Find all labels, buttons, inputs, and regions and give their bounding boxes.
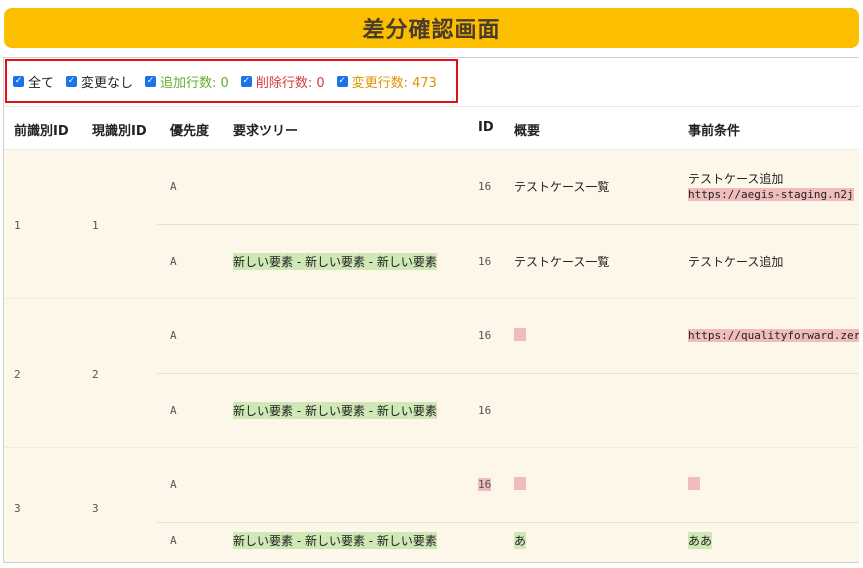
- column-header-id[interactable]: ID: [478, 120, 494, 135]
- filter-all-label: 全て: [28, 75, 55, 91]
- summary-cell: テストケース一覧: [514, 255, 610, 269]
- divider: [4, 106, 859, 107]
- deleted-marker: [514, 328, 526, 341]
- precondition-cell: テストケース追加: [688, 255, 784, 269]
- precondition-url-cell[interactable]: https://aegis-staging.n2j: [688, 188, 854, 201]
- prev-id-cell: 3: [14, 502, 21, 515]
- summary-cell: あ: [514, 532, 527, 549]
- id-cell: 16: [478, 255, 492, 268]
- prev-id-cell: 1: [14, 219, 21, 232]
- priority-cell: A: [170, 180, 177, 193]
- priority-cell: A: [170, 534, 177, 547]
- filter-deleted[interactable]: 削除行数: 0: [240, 72, 325, 91]
- deleted-marker: [514, 477, 526, 490]
- column-header-priority[interactable]: 優先度: [170, 120, 209, 139]
- filter-deleted-label: 削除行数: 0: [255, 75, 325, 91]
- priority-cell: A: [170, 404, 177, 417]
- precondition-cell: [688, 477, 700, 493]
- filter-bar: 全て 変更なし 追加行数: 0 削除行数: 0 変更行数: 473: [5, 59, 458, 103]
- filter-changed[interactable]: 変更行数: 473: [336, 72, 437, 91]
- checkbox-checked-icon[interactable]: [145, 75, 157, 87]
- table-row-group: 3 3 A 16 A 新しい要素 - 新しい要素 - 新しい要素 あ ああ: [4, 447, 859, 562]
- curr-id-cell: 1: [92, 219, 99, 232]
- curr-id-cell: 2: [92, 368, 99, 381]
- requirement-tree-cell: 新しい要素 - 新しい要素 - 新しい要素: [233, 253, 437, 270]
- filter-all[interactable]: 全て: [13, 72, 54, 91]
- id-cell: 16: [478, 478, 492, 491]
- table-row-group: 1 1 A 16 テストケース一覧 テストケース追加 https://aegis…: [4, 149, 859, 299]
- id-cell: 16: [478, 180, 492, 193]
- column-header-summary[interactable]: 概要: [514, 120, 540, 139]
- curr-id-cell: 3: [92, 502, 99, 515]
- page-title: 差分確認画面: [4, 8, 859, 48]
- filter-added-label: 追加行数: 0: [160, 75, 229, 91]
- precondition-cell: ああ: [688, 532, 713, 549]
- row-divider: [157, 522, 859, 523]
- priority-cell: A: [170, 478, 177, 491]
- priority-cell: A: [170, 255, 177, 268]
- prev-id-cell: 2: [14, 368, 21, 381]
- precondition-cell: テストケース追加: [688, 172, 784, 186]
- column-header-prev-id[interactable]: 前識別ID: [14, 120, 69, 139]
- filter-changed-label: 変更行数: 473: [351, 75, 437, 91]
- row-divider: [157, 373, 859, 374]
- checkbox-checked-icon[interactable]: [66, 75, 78, 87]
- filter-added[interactable]: 追加行数: 0: [145, 72, 229, 91]
- diff-panel: 全て 変更なし 追加行数: 0 削除行数: 0 変更行数: 473 前識別ID …: [3, 57, 859, 563]
- checkbox-checked-icon[interactable]: [336, 75, 348, 87]
- id-cell: 16: [478, 404, 492, 417]
- requirement-tree-cell: 新しい要素 - 新しい要素 - 新しい要素: [233, 402, 437, 419]
- column-header-precondition[interactable]: 事前条件: [688, 120, 740, 139]
- filter-unchanged-label: 変更なし: [81, 75, 134, 91]
- column-header-requirement-tree[interactable]: 要求ツリー: [233, 120, 298, 139]
- column-header-curr-id[interactable]: 現識別ID: [92, 120, 147, 139]
- filter-unchanged[interactable]: 変更なし: [66, 72, 133, 91]
- checkbox-checked-icon[interactable]: [13, 75, 24, 87]
- summary-cell: [514, 328, 526, 344]
- summary-cell: [514, 477, 526, 493]
- id-cell: 16: [478, 329, 492, 342]
- precondition-url-cell[interactable]: https://qualityforward.zer: [688, 329, 859, 342]
- row-divider: [157, 224, 859, 225]
- summary-cell: テストケース一覧: [514, 180, 610, 194]
- checkbox-checked-icon[interactable]: [240, 75, 252, 87]
- priority-cell: A: [170, 329, 177, 342]
- table-row-group: 2 2 A 16 https://qualityforward.zer A 新し…: [4, 298, 859, 448]
- requirement-tree-cell: 新しい要素 - 新しい要素 - 新しい要素: [233, 532, 437, 549]
- deleted-marker: [688, 477, 700, 490]
